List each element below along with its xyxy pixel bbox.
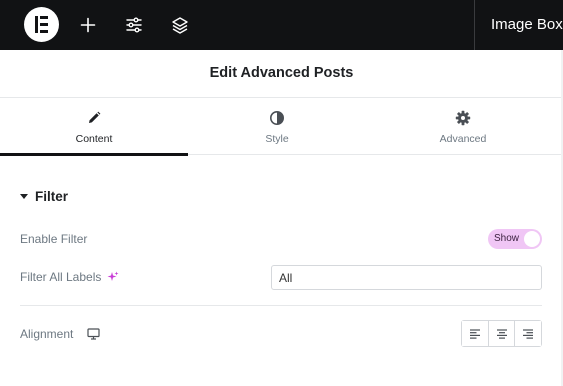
align-center-icon (496, 328, 507, 339)
gear-icon (455, 110, 471, 126)
panel-title: Edit Advanced Posts (209, 65, 354, 81)
align-left-icon (469, 328, 480, 339)
sliders-icon[interactable] (123, 14, 145, 36)
filter-all-labels-label: Filter All Labels (20, 270, 102, 284)
element-title: Image Box (491, 16, 563, 33)
contrast-icon (269, 110, 285, 126)
tab-advanced-label: Advanced (439, 133, 487, 145)
align-right-icon (523, 328, 534, 339)
tab-content-label: Content (75, 133, 113, 145)
toggle-on-text: Show (494, 233, 520, 244)
caret-down-icon (20, 193, 28, 199)
alignment-label: Alignment (20, 327, 74, 341)
tab-style[interactable]: Style (183, 98, 371, 155)
alignment-row: Alignment (20, 327, 100, 341)
sparkle-icon[interactable] (107, 271, 119, 283)
topbar-divider (474, 0, 475, 50)
plus-icon[interactable] (77, 14, 99, 36)
enable-filter-toggle[interactable]: Show (488, 229, 542, 249)
pencil-icon (86, 110, 102, 126)
align-center-button[interactable] (488, 321, 516, 346)
filter-all-labels-row: Filter All Labels (20, 270, 119, 284)
section-filter-header[interactable]: Filter (20, 186, 68, 206)
elementor-logo-icon[interactable] (24, 7, 59, 42)
layers-icon[interactable] (169, 14, 191, 36)
tab-advanced[interactable]: Advanced (369, 98, 557, 155)
panel-header: Edit Advanced Posts (0, 50, 563, 98)
section-divider (20, 305, 542, 306)
enable-filter-label: Enable Filter (20, 232, 88, 246)
desktop-icon[interactable] (87, 328, 100, 340)
filter-all-labels-input[interactable] (271, 265, 542, 290)
alignment-button-group (461, 320, 542, 347)
toggle-knob (524, 231, 540, 247)
section-title: Filter (35, 188, 69, 204)
editor-topbar: Image Box (0, 0, 563, 50)
tab-style-label: Style (265, 133, 289, 145)
align-right-button[interactable] (515, 321, 542, 346)
align-left-button[interactable] (462, 321, 489, 346)
panel-tabs: Content Style Advanced (0, 98, 563, 156)
tab-content[interactable]: Content (0, 98, 188, 156)
